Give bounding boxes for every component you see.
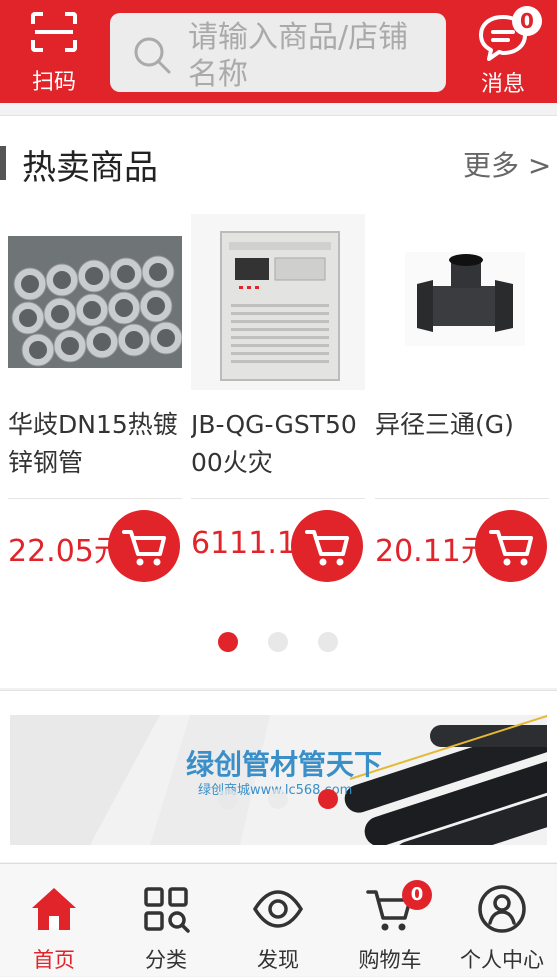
hot-products-section: 热卖商品 更多 > 华歧DN15热镀锌钢管 22.05元 JB-QG-GST50… xyxy=(0,115,557,688)
more-link[interactable]: 更多 > xyxy=(463,144,551,184)
carousel-pagination xyxy=(0,632,557,652)
message-label: 消息 xyxy=(480,72,525,97)
cart-icon xyxy=(305,530,349,566)
product-image-fire-alarm-panel xyxy=(191,214,365,390)
nav-label: 发现 xyxy=(257,948,299,972)
search-input[interactable]: 请输入商品/店铺名称 xyxy=(110,13,446,92)
product-card[interactable]: 华歧DN15热镀锌钢管 22.05元 xyxy=(8,214,182,604)
bottom-nav: 首页 分类 发现 0 购物车 个人中心 xyxy=(0,863,557,976)
scan-icon xyxy=(31,12,77,52)
page-dot[interactable] xyxy=(268,632,288,652)
product-card[interactable]: 异径三通(G) 20.11元 xyxy=(375,214,549,604)
product-name: JB-QG-GST5000火灾 xyxy=(191,410,357,477)
product-price: 20.11元 xyxy=(375,534,491,569)
add-to-cart-button[interactable] xyxy=(291,510,363,582)
search-placeholder: 请输入商品/店铺名称 xyxy=(188,20,409,92)
nav-label: 个人中心 xyxy=(460,948,544,972)
product-price: 6111.1 xyxy=(191,526,296,561)
product-card[interactable]: JB-QG-GST5000火灾 6111.1 xyxy=(191,214,365,604)
eye-icon xyxy=(253,890,303,928)
banner-dot[interactable] xyxy=(218,789,238,809)
nav-label: 首页 xyxy=(33,948,75,972)
message-count-badge: 0 xyxy=(512,6,542,36)
promo-banner[interactable]: 绿创管材管天下 绿创商城www.lc568.com xyxy=(0,690,557,862)
home-icon xyxy=(32,888,76,930)
banner-title: 绿创管材管天下 xyxy=(186,748,383,781)
user-icon xyxy=(478,885,526,933)
category-icon xyxy=(144,887,190,933)
product-image-steel-pipe xyxy=(8,214,182,390)
scan-button[interactable]: 扫码 xyxy=(24,8,84,98)
product-name: 异径三通(G) xyxy=(375,410,514,439)
page-dot[interactable] xyxy=(318,632,338,652)
banner-dot[interactable] xyxy=(268,789,288,809)
section-accent-bar xyxy=(0,146,6,180)
add-to-cart-button[interactable] xyxy=(108,510,180,582)
banner-dot-active[interactable] xyxy=(318,789,338,809)
nav-item-home[interactable]: 首页 xyxy=(4,864,104,977)
page-dot-active[interactable] xyxy=(218,632,238,652)
add-to-cart-button[interactable] xyxy=(475,510,547,582)
nav-label: 购物车 xyxy=(358,948,422,972)
search-icon xyxy=(134,37,171,74)
nav-item-profile[interactable]: 个人中心 xyxy=(452,864,552,977)
product-price: 22.05元 xyxy=(8,534,124,569)
cart-count-badge: 0 xyxy=(402,880,432,910)
section-title: 热卖商品 xyxy=(22,148,158,188)
banner-slide: 绿创管材管天下 绿创商城www.lc568.com xyxy=(10,715,547,845)
top-header: 扫码 请输入商品/店铺名称 0 消息 xyxy=(0,0,557,103)
nav-item-category[interactable]: 分类 xyxy=(116,864,216,977)
divider xyxy=(8,498,182,499)
nav-item-discover[interactable]: 发现 xyxy=(228,864,328,977)
product-name: 华歧DN15热镀锌钢管 xyxy=(8,410,178,477)
nav-label: 分类 xyxy=(145,948,187,972)
nav-item-cart[interactable]: 0 购物车 xyxy=(340,864,440,977)
message-button[interactable]: 0 消息 xyxy=(470,4,542,100)
divider xyxy=(375,498,549,499)
cart-icon xyxy=(122,530,166,566)
scan-label: 扫码 xyxy=(31,70,76,95)
cart-icon xyxy=(489,530,533,566)
divider xyxy=(191,498,365,499)
product-image-reducing-tee xyxy=(375,214,549,390)
